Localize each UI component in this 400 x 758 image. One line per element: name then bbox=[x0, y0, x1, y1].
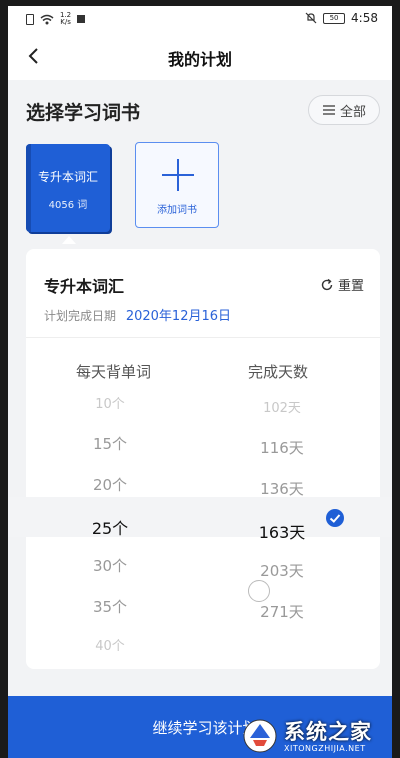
refresh-icon bbox=[321, 278, 333, 290]
status-bar: 1.2 K/s 50 4:58 bbox=[8, 6, 392, 32]
book-spine bbox=[26, 144, 31, 232]
all-books-button[interactable]: 全部 bbox=[308, 95, 380, 125]
book-card-selected[interactable]: 专升本词汇 4056 词 bbox=[26, 144, 110, 232]
reset-button[interactable]: 重置 bbox=[320, 275, 364, 294]
words-per-day-header: 每天背单词 bbox=[76, 363, 152, 381]
watermark-logo-icon bbox=[243, 719, 277, 753]
words-option[interactable]: 20个 bbox=[60, 474, 160, 495]
notification-icon bbox=[77, 15, 86, 23]
plan-book-name: 专升本词汇 bbox=[44, 277, 125, 296]
battery-icon: 50 bbox=[323, 12, 346, 24]
book-card-count: 4056 词 bbox=[48, 200, 88, 211]
network-speed: 1.2 K/s bbox=[60, 12, 71, 26]
days-header: 完成天数 bbox=[248, 363, 309, 381]
days-option-selected[interactable]: 163天 bbox=[232, 519, 332, 543]
divider bbox=[26, 337, 380, 338]
section-title: 选择学习词书 bbox=[26, 102, 141, 124]
plan-date-row: 计划完成日期 2020年12月16日 bbox=[44, 305, 231, 324]
plan-panel: 专升本词汇 重置 计划完成日期 2020年12月16日 每天背单词 完成天数 1… bbox=[8, 249, 392, 669]
add-book-button[interactable]: 添加词书 bbox=[135, 142, 219, 228]
plan-date-label: 计划完成日期 bbox=[44, 309, 117, 323]
speed-unit: K/s bbox=[60, 18, 71, 26]
wifi-icon bbox=[40, 14, 54, 24]
days-option[interactable]: 271天 bbox=[232, 601, 332, 622]
words-option[interactable]: 10个 bbox=[60, 393, 160, 412]
all-books-label: 全部 bbox=[339, 104, 366, 120]
words-option-selected[interactable]: 25个 bbox=[60, 515, 160, 539]
words-option[interactable]: 35个 bbox=[60, 596, 160, 617]
app-screen: 1.2 K/s 50 4:58 我的计划 选择学习词书 全部 专升本词汇 405… bbox=[8, 6, 392, 758]
watermark: 系统之家 XITONGZHIJIA.NET bbox=[240, 712, 392, 758]
sim-card-icon bbox=[26, 13, 34, 25]
book-card-name: 专升本词汇 bbox=[37, 170, 98, 184]
plan-date-value: 2020年12月16日 bbox=[125, 309, 232, 324]
clock: 4:58 bbox=[351, 11, 378, 25]
check-circle-icon bbox=[326, 509, 344, 527]
page-title: 我的计划 bbox=[167, 50, 232, 69]
touch-indicator bbox=[248, 580, 270, 602]
days-option[interactable]: 102天 bbox=[232, 397, 332, 416]
days-option[interactable]: 203天 bbox=[232, 560, 332, 581]
days-option[interactable]: 136天 bbox=[232, 478, 332, 499]
selection-pointer bbox=[62, 236, 76, 244]
top-bar: 我的计划 bbox=[8, 32, 392, 80]
list-icon bbox=[322, 105, 335, 115]
reset-label: 重置 bbox=[337, 279, 364, 294]
days-option[interactable]: 116天 bbox=[232, 437, 332, 458]
words-option[interactable]: 40个 bbox=[60, 635, 160, 654]
words-option[interactable]: 30个 bbox=[60, 555, 160, 576]
add-book-label: 添加词书 bbox=[157, 205, 197, 216]
watermark-url: XITONGZHIJIA.NET bbox=[284, 744, 366, 753]
watermark-text: 系统之家 bbox=[284, 720, 372, 744]
mute-bell-icon bbox=[305, 12, 317, 24]
words-option[interactable]: 15个 bbox=[60, 433, 160, 454]
plus-icon bbox=[162, 159, 194, 191]
